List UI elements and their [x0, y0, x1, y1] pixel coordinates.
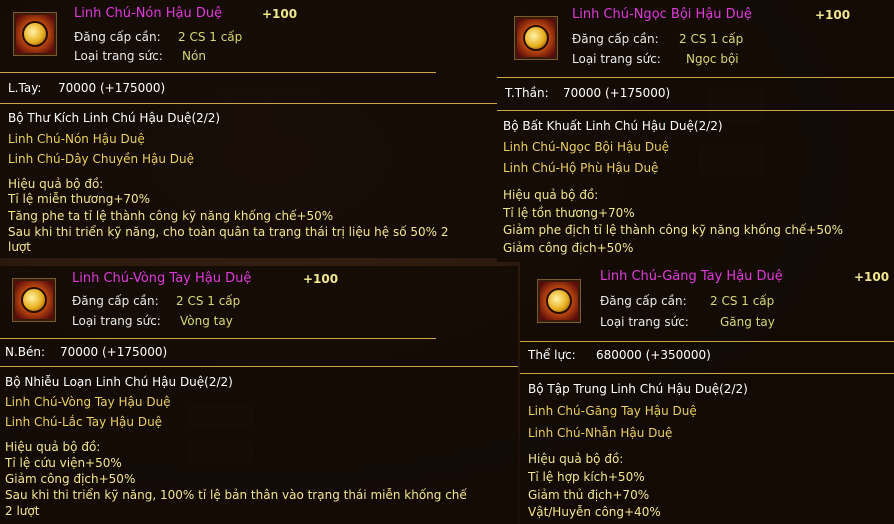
item-tooltip-helmet: Linh Chú-Nón Hậu Duệ +100 Đăng cấp cần: … [0, 0, 497, 258]
separator [497, 77, 894, 78]
stat-label: Thể lực: [528, 348, 576, 362]
set-effect: Giảm phe địch tỉ lệ thành công kỹ năng k… [503, 223, 844, 237]
set-name: Bộ Tập Trung Linh Chú Hậu Duệ(2/2) [528, 382, 748, 396]
set-member: Linh Chú-Găng Tay Hậu Duệ [528, 404, 697, 418]
type-label: Loại trang sức: [74, 49, 163, 63]
set-effect: Giảm thủ địch+70% [528, 488, 650, 502]
set-effect: Giảm công địch+50% [503, 241, 634, 255]
set-member: Linh Chú-Vòng Tay Hậu Duệ [5, 395, 171, 409]
set-name: Bộ Thư Kích Linh Chú Hậu Duệ(2/2) [8, 111, 221, 125]
requirement-label: Đăng cấp cần: [74, 30, 161, 44]
separator [0, 103, 497, 104]
type-value: Ngọc bội [686, 52, 739, 66]
separator [520, 341, 894, 342]
separator [0, 366, 518, 367]
set-effect-header: Hiệu quả bộ đồ: [503, 188, 599, 202]
type-label: Loại trang sức: [600, 315, 689, 329]
item-name: Linh Chú-Vòng Tay Hậu Duệ [72, 271, 252, 286]
set-effect: Tỉ lệ hợp kích+50% [528, 470, 645, 484]
set-member: Linh Chú-Lắc Tay Hậu Duệ [5, 415, 163, 429]
item-name: Linh Chú-Găng Tay Hậu Duệ [600, 269, 783, 284]
stat-value: 70000 (+175000) [563, 86, 671, 100]
item-tooltip-glove: Linh Chú-Găng Tay Hậu Duệ +100 Đăng cấp … [520, 262, 894, 524]
type-label: Loại trang sức: [72, 314, 161, 328]
enhance-bonus: +100 [815, 8, 851, 22]
set-effect: Giảm công địch+50% [5, 472, 136, 486]
type-value: Găng tay [720, 315, 775, 329]
separator [0, 72, 436, 73]
set-effect: Sau khi thi triển kỹ năng, cho toàn quân… [8, 225, 449, 239]
stat-value: 680000 (+350000) [596, 348, 711, 362]
type-value: Nón [182, 49, 206, 63]
enhance-bonus: +100 [854, 270, 890, 284]
requirement-label: Đăng cấp cần: [72, 294, 159, 308]
requirement-value: 2 CS 1 cấp [710, 294, 775, 308]
enhance-bonus: +100 [303, 272, 339, 286]
helmet-jewel-icon [13, 12, 57, 56]
item-tooltip-pendant: Linh Chú-Ngọc Bội Hậu Duệ +100 Đăng cấp … [497, 0, 894, 262]
set-member: Linh Chú-Dây Chuyền Hậu Duệ [8, 152, 194, 166]
separator [520, 373, 894, 374]
set-name: Bộ Bất Khuất Linh Chú Hậu Duệ(2/2) [503, 119, 723, 133]
requirement-value: 2 CS 1 cấp [679, 32, 744, 46]
set-effect: Tỉ lệ tồn thương+70% [503, 206, 635, 220]
type-label: Loại trang sức: [572, 52, 661, 66]
set-effect: 2 lượt [5, 504, 40, 518]
set-effect: lượt [8, 240, 31, 254]
stat-value: 70000 (+175000) [58, 81, 166, 95]
enhance-bonus: +100 [262, 7, 298, 21]
stat-label: T.Thần: [505, 86, 549, 100]
jade-pendant-icon [514, 16, 558, 60]
item-tooltip-bracelet: Linh Chú-Vòng Tay Hậu Duệ +100 Đăng cấp … [0, 266, 518, 524]
requirement-label: Đăng cấp cần: [600, 294, 687, 308]
stat-label: N.Bén: [5, 345, 46, 359]
requirement-value: 2 CS 1 cấp [176, 294, 241, 308]
type-value: Vòng tay [180, 314, 233, 328]
set-effect: Tăng phe ta tỉ lệ thành công kỹ năng khố… [8, 209, 334, 223]
requirement-label: Đăng cấp cần: [572, 32, 659, 46]
set-effect-header: Hiệu quả bộ đồ: [8, 177, 104, 191]
set-effect-header: Hiệu quả bộ đồ: [5, 440, 101, 454]
set-effect: Sau khi thi triển kỹ năng, 100% tỉ lệ bả… [5, 488, 467, 502]
set-member: Linh Chú-Hộ Phù Hậu Duệ [503, 161, 659, 175]
set-member: Linh Chú-Nhẫn Hậu Duệ [528, 426, 673, 440]
requirement-value: 2 CS 1 cấp [178, 30, 243, 44]
stat-label: L.Tay: [8, 81, 42, 95]
item-name: Linh Chú-Nón Hậu Duệ [74, 6, 223, 21]
set-effect: Vật/Huyễn công+40% [528, 505, 661, 519]
glove-icon [537, 279, 581, 323]
item-name: Linh Chú-Ngọc Bội Hậu Duệ [572, 7, 752, 22]
set-member: Linh Chú-Nón Hậu Duệ [8, 132, 145, 146]
set-effect: Tỉ lệ miễn thương+70% [8, 192, 151, 206]
set-effect: Tỉ lệ cứu viện+50% [5, 456, 122, 470]
separator [0, 338, 436, 339]
bracelet-icon [12, 278, 56, 322]
separator [497, 110, 894, 111]
set-member: Linh Chú-Ngọc Bội Hậu Duệ [503, 140, 670, 154]
set-name: Bộ Nhiễu Loạn Linh Chú Hậu Duệ(2/2) [5, 375, 233, 389]
stat-value: 70000 (+175000) [60, 345, 168, 359]
set-effect-header: Hiệu quả bộ đồ: [528, 452, 624, 466]
